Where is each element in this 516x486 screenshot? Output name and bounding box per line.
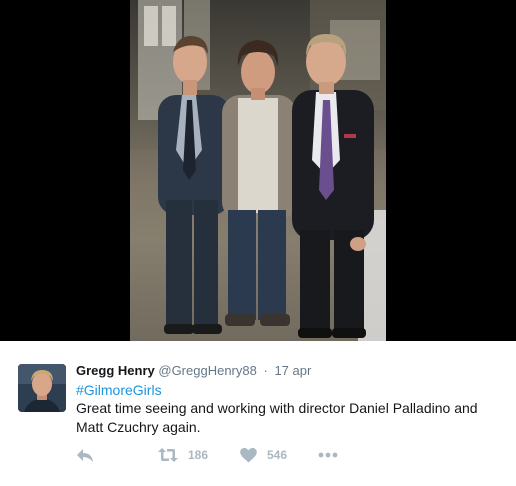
- like-button[interactable]: 546: [240, 445, 287, 465]
- tweet-header: Gregg Henry @GreggHenry88 · 17 apr: [76, 363, 311, 379]
- tweet-text: Great time seeing and working with direc…: [76, 400, 478, 435]
- tweet: Gregg Henry @GreggHenry88 · 17 apr #Gilm…: [0, 341, 516, 486]
- author-name[interactable]: Gregg Henry: [76, 363, 155, 378]
- tweet-actions: 186 546: [76, 445, 496, 465]
- author-handle[interactable]: @GreggHenry88: [158, 363, 256, 378]
- more-dots-icon: [318, 452, 338, 458]
- header-separator: ·: [263, 363, 268, 378]
- retweet-icon: [158, 447, 178, 463]
- tweet-date[interactable]: 17 apr: [274, 363, 311, 378]
- hashtag-link[interactable]: #GilmoreGirls: [76, 381, 162, 399]
- tweet-photo[interactable]: [130, 0, 386, 341]
- avatar[interactable]: [18, 364, 66, 412]
- more-button[interactable]: [318, 445, 338, 465]
- retweet-count: 186: [188, 448, 209, 462]
- avatar-portrait: [18, 364, 66, 412]
- like-count: 546: [267, 448, 288, 462]
- heart-icon: [240, 447, 257, 463]
- tweet-media[interactable]: [0, 0, 516, 341]
- retweet-button[interactable]: 186: [158, 445, 208, 465]
- reply-button[interactable]: [76, 445, 94, 465]
- reply-icon: [76, 447, 94, 463]
- photo-illustration: [130, 0, 386, 341]
